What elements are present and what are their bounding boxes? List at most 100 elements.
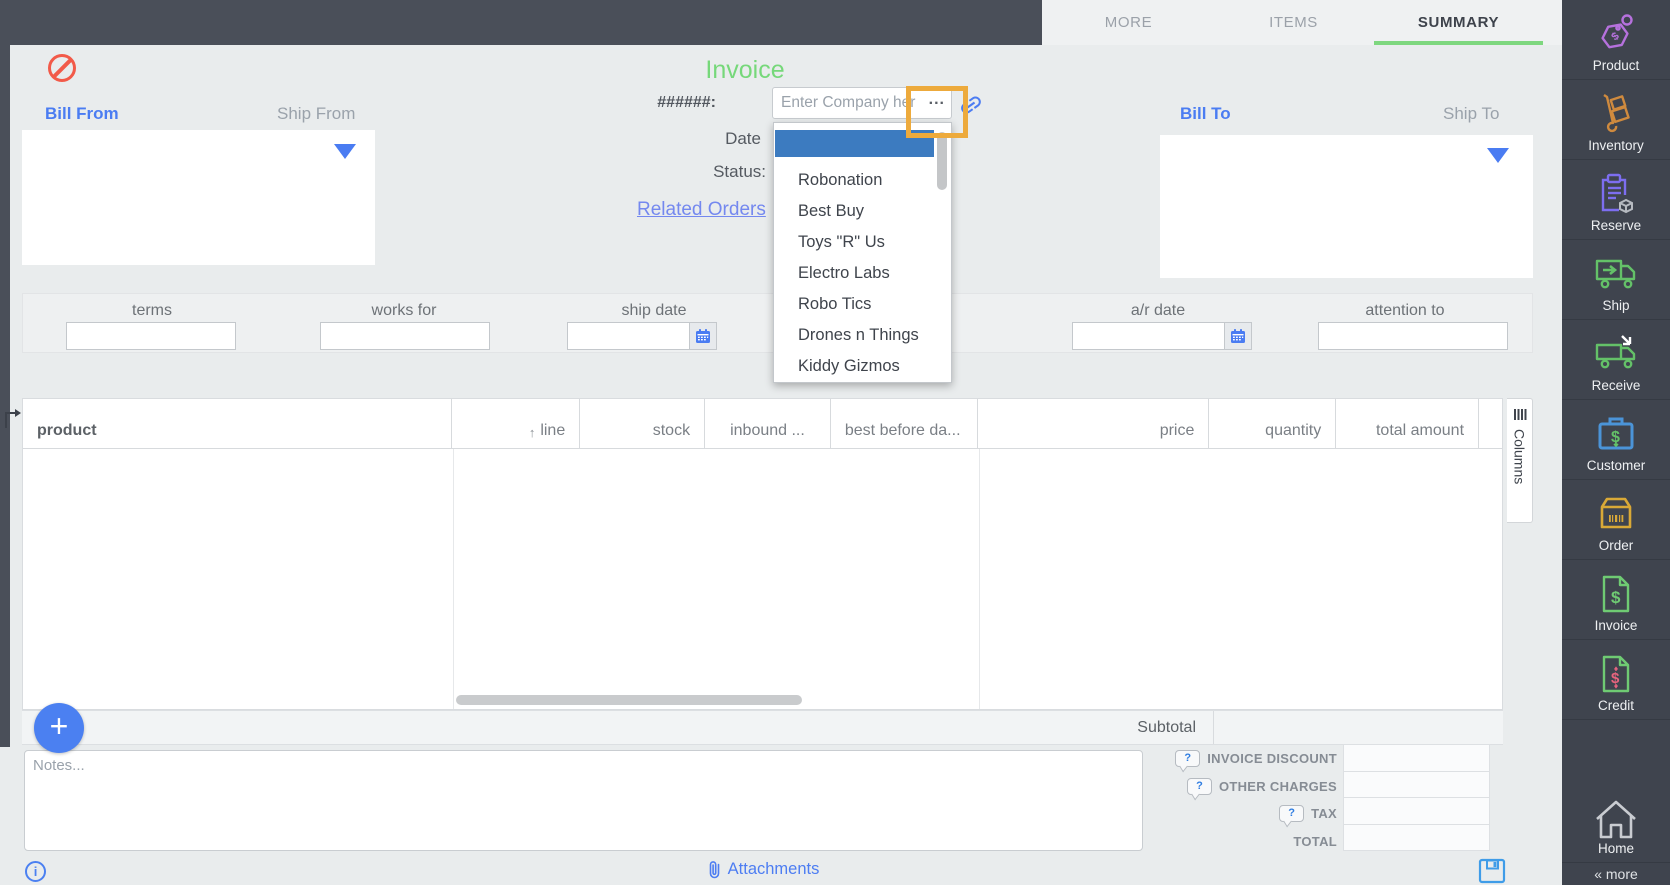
product-tags-icon: $ (1601, 14, 1633, 49)
bill-from-dropdown-arrow[interactable] (334, 144, 356, 159)
sidebar-item-invoice[interactable]: $ Invoice (1562, 560, 1670, 640)
save-floppy-icon[interactable] (1478, 858, 1506, 884)
left-edge-panel (0, 45, 10, 747)
customer-briefcase-icon: $ (1598, 417, 1634, 450)
dropdown-option-list: Robonation Best Buy Toys "R" Us Electro … (774, 165, 934, 382)
sidebar-item-reserve[interactable]: Reserve (1562, 160, 1670, 240)
sidebar-item-label: Receive (1591, 378, 1641, 393)
company-dropdown: Robonation Best Buy Toys "R" Us Electro … (773, 122, 952, 383)
columns-grid-icon (1513, 409, 1526, 420)
ar-date-label: a/r date (1130, 302, 1186, 319)
status-label: Status: (713, 162, 766, 181)
attachments-button[interactable]: Attachments (633, 860, 893, 879)
help-icon[interactable]: ? (1279, 805, 1305, 823)
total-value (1343, 823, 1490, 851)
dropdown-option[interactable]: Toys "R" Us (774, 227, 934, 258)
sidebar-item-order[interactable]: Order (1562, 480, 1670, 560)
ar-date-input[interactable] (1072, 322, 1225, 350)
col-header-price[interactable]: price (978, 399, 1210, 448)
highlight-annotation-box (906, 86, 968, 138)
col-header-best-before[interactable]: best before da... (831, 399, 978, 448)
columns-panel-tab[interactable]: Columns (1507, 398, 1533, 523)
tax-value[interactable] (1343, 797, 1490, 825)
credit-document-icon: $ (1602, 655, 1630, 693)
col-header-line[interactable]: ↑ line (452, 399, 581, 448)
home-icon (1596, 800, 1636, 839)
help-icon[interactable]: ? (1175, 750, 1201, 768)
columns-tab-label: Columns (1511, 429, 1528, 485)
col-header-label: stock (652, 422, 691, 439)
top-dark-bar (0, 0, 1042, 45)
active-tab-underline (1374, 41, 1543, 45)
col-header-label: line (540, 422, 566, 439)
dropdown-option[interactable]: Best Buy (774, 196, 934, 227)
sidebar-item-label: Reserve (1590, 218, 1642, 233)
works-for-input[interactable] (320, 322, 490, 350)
col-header-product[interactable]: product (23, 399, 453, 448)
dropdown-option[interactable]: Robonation (774, 165, 934, 196)
module-sidebar: $ Product Inventory Reserve Ship Receive… (1562, 0, 1670, 885)
info-icon[interactable]: i (25, 861, 46, 882)
invoice-document-icon: $ (1602, 575, 1630, 613)
col-header-inbound[interactable]: inbound ... (705, 399, 831, 448)
sort-ascending-icon: ↑ (528, 425, 536, 440)
add-line-item-button[interactable]: + (34, 703, 84, 753)
dropdown-option[interactable]: Electro Labs (774, 258, 934, 289)
related-orders-link[interactable]: Related Orders (637, 199, 766, 221)
tab-items-label: ITEMS (1269, 14, 1318, 31)
indent-line-icon[interactable] (2, 405, 24, 429)
tab-bar: MORE ITEMS SUMMARY (1042, 0, 1562, 45)
works-for-label: works for (371, 302, 437, 319)
svg-text:$: $ (1611, 588, 1621, 607)
ship-from-tab[interactable]: Ship From (277, 104, 355, 124)
invoice-screen: MORE ITEMS SUMMARY Invoice ######: ... D… (0, 0, 1670, 885)
sidebar-item-home[interactable]: Home (1562, 721, 1670, 862)
ar-date-calendar-button[interactable] (1225, 322, 1252, 350)
help-icon[interactable]: ? (1186, 777, 1212, 795)
attention-to-label: attention to (1365, 302, 1445, 319)
order-box-icon (1600, 497, 1632, 529)
inventory-handtruck-icon (1603, 94, 1630, 133)
dropdown-option[interactable]: Robo Tics (774, 289, 934, 320)
ship-to-tab[interactable]: Ship To (1443, 104, 1499, 124)
sidebar-item-inventory[interactable]: Inventory (1562, 80, 1670, 160)
sidebar-item-label: Home (1597, 841, 1634, 856)
bill-to-tab[interactable]: Bill To (1180, 104, 1231, 124)
sidebar-more-button[interactable]: « more (1562, 862, 1670, 885)
ship-date-input[interactable] (567, 322, 690, 350)
tab-summary[interactable]: SUMMARY (1374, 0, 1543, 45)
bill-from-address-box[interactable] (22, 130, 375, 265)
col-header-quantity[interactable]: quantity (1209, 399, 1337, 448)
other-charges-value[interactable] (1343, 770, 1490, 798)
col-header-stock[interactable]: stock (580, 399, 706, 448)
sidebar-item-receive[interactable]: Receive (1562, 320, 1670, 400)
sidebar-item-customer[interactable]: $ Customer (1562, 400, 1670, 480)
dropdown-option[interactable]: Kiddy Gizmos (774, 351, 934, 382)
invoice-discount-value[interactable] (1343, 744, 1490, 772)
sidebar-item-label: Customer (1586, 458, 1646, 473)
terms-input[interactable] (66, 322, 236, 350)
sidebar-item-credit[interactable]: $ Credit (1562, 640, 1670, 720)
bill-from-tab[interactable]: Bill From (45, 104, 119, 124)
sidebar-item-label: Credit (1597, 698, 1634, 713)
ship-date-calendar-button[interactable] (690, 322, 717, 350)
sidebar-item-label: Invoice (1594, 618, 1638, 633)
calendar-icon (1231, 329, 1245, 343)
invoice-discount-label: INVOICE DISCOUNT (1207, 751, 1337, 767)
table-body-divider (979, 449, 980, 709)
table-horizontal-scrollbar[interactable] (456, 695, 802, 705)
bill-to-dropdown-arrow[interactable] (1487, 148, 1509, 163)
sidebar-item-ship[interactable]: Ship (1562, 240, 1670, 320)
col-header-total-amount[interactable]: total amount (1336, 399, 1480, 448)
dropdown-option[interactable]: Drones n Things (774, 320, 934, 351)
dropdown-scrollbar[interactable] (937, 132, 947, 190)
bill-to-address-box[interactable] (1160, 135, 1533, 278)
tab-more[interactable]: MORE (1050, 0, 1207, 45)
void-prohibited-icon[interactable] (48, 54, 76, 82)
tab-items[interactable]: ITEMS (1215, 0, 1372, 45)
attention-to-input[interactable] (1318, 322, 1508, 350)
notes-textarea[interactable] (24, 750, 1143, 851)
reserve-clipboard-icon (1601, 173, 1633, 214)
sidebar-item-product[interactable]: $ Product (1562, 0, 1670, 80)
tab-summary-label: SUMMARY (1417, 14, 1500, 31)
